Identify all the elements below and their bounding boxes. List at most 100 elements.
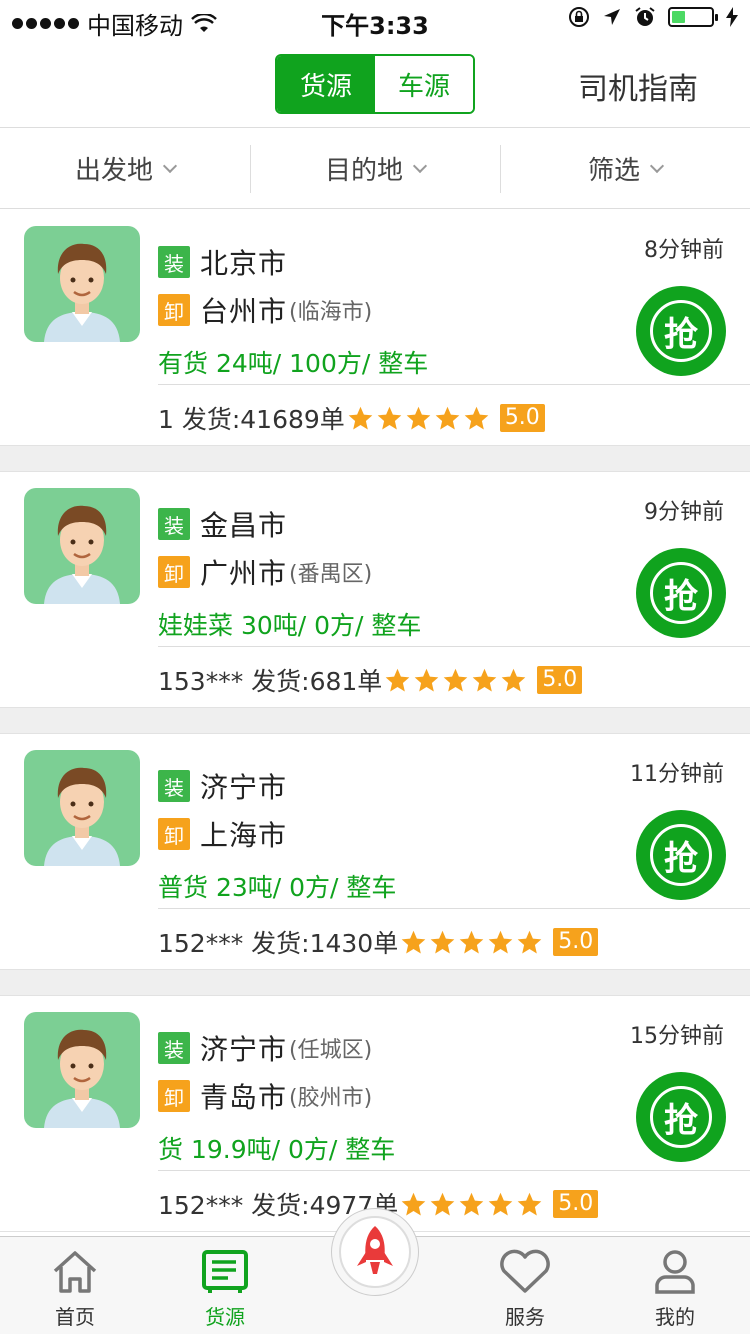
status-bar: 中国移动 下午3:33 — [0, 0, 750, 40]
charging-icon — [726, 7, 738, 27]
filter-bar: 出发地 目的地 筛选 — [0, 129, 750, 209]
destination-district: (胶州市) — [289, 1086, 373, 1111]
tab-home-label: 首页 — [55, 1305, 95, 1329]
cargo-details: 货 19.9吨/ 0方/ 整车 — [158, 1135, 396, 1164]
origin-city: 济宁市 — [200, 1033, 288, 1066]
shipper-stats: 153*** 发货:681单 — [158, 667, 383, 696]
tab-cargo[interactable]: 货源 — [150, 1237, 300, 1334]
origin-row: 装北京市 — [158, 242, 289, 282]
nav-bar: 货源 车源 司机指南 — [0, 40, 750, 128]
destination-district: (临海市) — [289, 300, 373, 325]
tab-cargo-label: 货源 — [205, 1305, 245, 1329]
load-tag: 装 — [158, 246, 190, 278]
grab-icon: 抢 — [650, 562, 712, 624]
rocket-button-inner — [339, 1216, 411, 1288]
battery-icon — [668, 7, 718, 27]
card-divider — [158, 646, 750, 647]
posted-time: 8分钟前 — [644, 238, 724, 263]
shipper-stats: 152*** 发货:1430单 — [158, 929, 399, 958]
cargo-listing-card[interactable]: 装济宁市卸上海市 普货 23吨/ 0方/ 整车 152*** 发货:1430单 5.0… — [0, 734, 750, 970]
origin-district: (任城区) — [289, 1038, 373, 1063]
rating-stars — [400, 1191, 545, 1218]
rating-badge: 5.0 — [537, 666, 583, 694]
filter-destination-label: 目的地 — [324, 156, 403, 186]
shipper-info: 152*** 发货:1430单 5.0 — [158, 924, 599, 960]
destination-district: (番禺区) — [289, 562, 373, 587]
cargo-details: 娃娃菜 30吨/ 0方/ 整车 — [158, 611, 422, 640]
list-separator — [0, 446, 750, 472]
tab-mine-label: 我的 — [655, 1305, 695, 1329]
location-arrow-icon — [604, 9, 620, 25]
grab-order-button[interactable]: 抢 — [636, 286, 726, 376]
cargo-details: 有货 24吨/ 100方/ 整车 — [158, 349, 429, 378]
cargo-listing-card[interactable]: 装济宁市 (任城区) 卸青岛市 (胶州市) 货 19.9吨/ 0方/ 整车 152*** … — [0, 996, 750, 1232]
grab-order-button[interactable]: 抢 — [636, 548, 726, 638]
shipper-avatar — [24, 488, 140, 604]
driver-guide-link[interactable]: 司机指南 — [578, 64, 698, 108]
list-separator — [0, 970, 750, 996]
grab-icon: 抢 — [650, 300, 712, 362]
rating-badge: 5.0 — [553, 928, 599, 956]
shipper-avatar — [24, 226, 140, 342]
tab-service-label: 服务 — [505, 1305, 545, 1329]
tab-mine[interactable]: 我的 — [600, 1237, 750, 1334]
segment-vehicle-source[interactable]: 车源 — [375, 56, 473, 112]
destination-city: 青岛市 — [200, 1081, 288, 1114]
rating-badge: 5.0 — [499, 404, 545, 432]
grab-order-button[interactable]: 抢 — [636, 1072, 726, 1162]
origin-city: 北京市 — [200, 247, 288, 280]
grab-icon: 抢 — [650, 1086, 712, 1148]
unload-tag: 卸 — [158, 1080, 190, 1112]
tab-home[interactable]: 首页 — [0, 1237, 150, 1334]
origin-row: 装金昌市 — [158, 504, 289, 544]
load-tag: 装 — [158, 1032, 190, 1064]
unload-tag: 卸 — [158, 294, 190, 326]
segment-cargo-source[interactable]: 货源 — [277, 56, 375, 112]
card-divider — [158, 908, 750, 909]
unload-tag: 卸 — [158, 818, 190, 850]
posted-time: 11分钟前 — [630, 762, 724, 787]
destination-row: 卸台州市 (临海市) — [158, 290, 372, 330]
rating-badge: 5.0 — [553, 1190, 599, 1218]
filter-destination[interactable]: 目的地 — [250, 129, 500, 208]
filter-origin[interactable]: 出发地 — [0, 129, 250, 208]
heart-icon — [500, 1249, 550, 1293]
unload-tag: 卸 — [158, 556, 190, 588]
cargo-listing-card[interactable]: 装北京市卸台州市 (临海市) 有货 24吨/ 100方/ 整车 1 发货:41689单… — [0, 210, 750, 446]
rocket-button[interactable] — [331, 1208, 419, 1296]
card-divider — [158, 1170, 750, 1171]
grab-order-button[interactable]: 抢 — [636, 810, 726, 900]
destination-row: 卸上海市 — [158, 814, 289, 854]
filter-more[interactable]: 筛选 — [500, 129, 750, 208]
cargo-listing-card[interactable]: 装金昌市卸广州市 (番禺区) 娃娃菜 30吨/ 0方/ 整车 153*** 发货:68… — [0, 472, 750, 708]
tab-service[interactable]: 服务 — [450, 1237, 600, 1334]
alarm-icon — [635, 7, 655, 26]
shipper-stats: 1 发货:41689单 — [158, 405, 345, 434]
list-separator — [0, 708, 750, 734]
origin-row: 装济宁市 — [158, 766, 289, 806]
rating-stars — [384, 667, 529, 694]
chevron-down-icon — [649, 158, 665, 173]
home-icon — [53, 1251, 97, 1293]
cargo-list-icon — [202, 1250, 248, 1293]
destination-city: 台州市 — [200, 295, 288, 328]
destination-row: 卸青岛市 (胶州市) — [158, 1076, 372, 1116]
filter-more-label: 筛选 — [587, 156, 640, 186]
rotation-lock-icon — [569, 7, 589, 27]
source-segmented-control: 货源 车源 — [275, 54, 475, 114]
shipper-avatar — [24, 1012, 140, 1128]
rating-stars — [347, 405, 492, 432]
shipper-info: 153*** 发货:681单 5.0 — [158, 662, 583, 698]
destination-city: 上海市 — [200, 819, 288, 852]
status-right — [568, 6, 738, 28]
posted-time: 15分钟前 — [630, 1024, 724, 1049]
cargo-list: 装北京市卸台州市 (临海市) 有货 24吨/ 100方/ 整车 1 发货:41689单… — [0, 210, 750, 1232]
origin-city: 济宁市 — [200, 771, 288, 804]
posted-time: 9分钟前 — [644, 500, 724, 525]
rocket-icon — [357, 1226, 393, 1274]
shipper-info: 1 发货:41689单 5.0 — [158, 400, 545, 436]
user-icon — [655, 1250, 695, 1294]
shipper-avatar — [24, 750, 140, 866]
card-divider — [158, 384, 750, 385]
chevron-down-icon — [162, 158, 178, 173]
